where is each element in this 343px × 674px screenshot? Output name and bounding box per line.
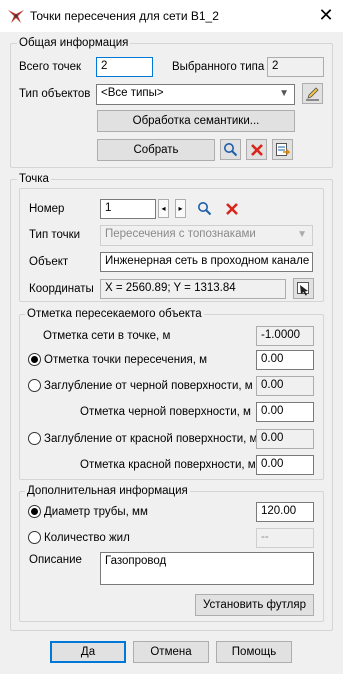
point-type-value: Пересечения с топознаками	[105, 228, 256, 240]
cancel-button[interactable]: Отмена	[133, 641, 209, 663]
description-field[interactable]: Газопровод	[100, 552, 314, 585]
red-depth-field: 0.00	[256, 429, 314, 449]
chevron-down-icon: ▼	[279, 88, 289, 99]
black-depth-field: 0.00	[256, 376, 314, 396]
find-point-button[interactable]	[194, 198, 215, 219]
object-type-value: <Все типы>	[101, 87, 164, 99]
diameter-label: Диаметр трубы, мм	[44, 506, 148, 518]
pencil-icon	[306, 87, 319, 101]
general-info-legend: Общая информация	[17, 37, 131, 49]
crossed-object-legend: Отметка пересекаемого объекта	[25, 308, 204, 320]
edit-types-button[interactable]	[302, 83, 323, 104]
pick-point-button[interactable]	[293, 278, 314, 299]
black-mark-field[interactable]: 0.00	[256, 402, 314, 422]
chevron-down-icon: ▼	[297, 229, 307, 240]
delete-icon	[225, 202, 238, 215]
red-depth-label: Заглубление от красной поверхности, м	[44, 433, 258, 445]
point-legend: Точка	[17, 173, 51, 185]
cores-field: --	[256, 528, 314, 548]
net-mark-field: -1.0000	[256, 326, 314, 346]
next-point-button[interactable]: ▸	[175, 199, 186, 218]
window-title: Точки пересечения для сети В1_2	[30, 9, 219, 23]
object-type-label: Тип объектов	[19, 88, 91, 100]
diameter-radio[interactable]	[28, 505, 41, 518]
search-icon	[224, 143, 238, 157]
app-logo-icon	[8, 10, 24, 23]
semantics-processing-button[interactable]: Обработка семантики...	[97, 110, 295, 132]
number-field[interactable]: 1	[100, 199, 156, 219]
cores-radio[interactable]	[28, 531, 41, 544]
help-button[interactable]: Помощь	[216, 641, 292, 663]
cores-label: Количество жил	[44, 532, 130, 544]
coords-label: Координаты	[29, 283, 94, 295]
coords-field: X = 2560.89; Y = 1313.84	[100, 279, 286, 299]
extra-info-legend: Дополнительная информация	[25, 485, 190, 497]
search-icon	[198, 202, 212, 216]
delete-button[interactable]	[246, 139, 267, 160]
export-button[interactable]	[272, 139, 293, 160]
red-depth-radio[interactable]	[28, 432, 41, 445]
black-depth-label: Заглубление от черной поверхности, м	[44, 380, 253, 392]
ok-button[interactable]: Да	[50, 641, 126, 663]
total-points-field[interactable]: 2	[96, 57, 153, 77]
selected-type-label: Выбранного типа	[172, 61, 265, 73]
export-icon	[276, 143, 290, 156]
description-label: Описание	[29, 554, 82, 566]
point-type-select: Пересечения с топознаками ▼	[100, 225, 313, 246]
black-depth-radio[interactable]	[28, 379, 41, 392]
object-field[interactable]: Инженерная сеть в проходном канале	[100, 252, 313, 272]
red-mark-label: Отметка красной поверхности, м	[80, 459, 256, 471]
collect-button[interactable]: Собрать	[97, 139, 215, 161]
search-button[interactable]	[220, 139, 241, 160]
object-label: Объект	[29, 256, 69, 268]
crossing-mark-field[interactable]: 0.00	[256, 350, 314, 370]
crossing-mark-radio[interactable]	[28, 353, 41, 366]
red-mark-field[interactable]: 0.00	[256, 455, 314, 475]
diameter-field[interactable]: 120.00	[256, 502, 314, 522]
pick-point-icon	[297, 282, 309, 296]
delete-point-button[interactable]	[221, 198, 242, 219]
number-label: Номер	[29, 203, 65, 215]
point-type-label: Тип точки	[29, 229, 81, 241]
delete-icon	[250, 143, 263, 156]
close-button[interactable]: ✕	[313, 4, 339, 28]
set-casing-button[interactable]: Установить футляр	[195, 594, 314, 616]
object-type-select[interactable]: <Все типы> ▼	[96, 84, 295, 105]
total-points-label: Всего точек	[19, 61, 82, 73]
prev-point-button[interactable]: ◂	[158, 199, 169, 218]
net-mark-label: Отметка сети в точке, м	[43, 330, 171, 342]
black-mark-label: Отметка черной поверхности, м	[80, 406, 251, 418]
selected-type-field: 2	[267, 57, 324, 77]
crossing-mark-label: Отметка точки пересечения, м	[44, 354, 208, 366]
